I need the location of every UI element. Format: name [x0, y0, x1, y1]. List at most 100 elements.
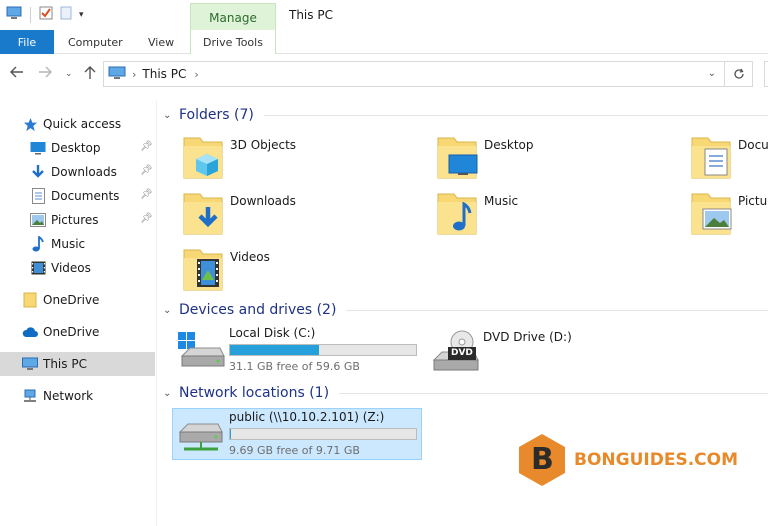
- breadcrumb-chevron-icon[interactable]: ›: [194, 68, 198, 81]
- sidebar-item-music[interactable]: Music: [0, 232, 155, 256]
- group-divider: [346, 309, 768, 311]
- sidebar-item-label: Pictures: [51, 213, 99, 227]
- arrow-right-icon: [39, 66, 52, 78]
- music-icon: [30, 236, 46, 252]
- chevron-down-icon[interactable]: ⌄: [163, 305, 179, 316]
- toolbar-separator: [30, 6, 31, 23]
- pin-icon[interactable]: 📌︎: [140, 165, 153, 176]
- sidebar-item-label: Desktop: [51, 141, 101, 155]
- pin-icon[interactable]: 📌︎: [140, 141, 153, 152]
- chevron-down-icon[interactable]: ⌄: [163, 110, 179, 121]
- folder-music[interactable]: Music: [436, 190, 518, 240]
- folder-pictures[interactable]: Pictur: [690, 190, 768, 240]
- breadcrumb-chevron-icon[interactable]: ›: [132, 68, 136, 81]
- arrow-up-icon: [84, 66, 96, 79]
- folder-label: Videos: [230, 250, 270, 264]
- cube-icon: [196, 154, 218, 176]
- video-icon: [197, 259, 219, 287]
- dvd-badge: DVD: [451, 348, 473, 358]
- folder-videos[interactable]: Videos: [182, 246, 270, 296]
- breadcrumb-this-pc[interactable]: This PC: [142, 67, 186, 81]
- forward-button[interactable]: [38, 66, 52, 81]
- folder-downloads[interactable]: Downloads: [182, 190, 296, 240]
- sidebar-item-downloads[interactable]: Downloads 📌︎: [0, 160, 155, 184]
- sidebar-item-label: Network: [43, 389, 94, 403]
- network-drive-icon: [176, 410, 226, 454]
- sidebar-item-label: This PC: [43, 357, 87, 371]
- network-drive-z[interactable]: public (\\10.10.2.101) (Z:) 9.69 GB free…: [176, 410, 417, 457]
- cloud-icon: [22, 324, 38, 340]
- group-title: Devices and drives (2): [179, 302, 337, 318]
- picture-icon: [702, 208, 732, 230]
- drive-dvd-d[interactable]: DVD DVD Drive (D:): [430, 330, 572, 374]
- ribbon-tabs: File Computer View Drive Tools: [0, 30, 768, 54]
- group-header-devices[interactable]: ⌄ Devices and drives (2): [163, 300, 768, 320]
- recent-locations-button[interactable]: ⌄: [65, 67, 73, 81]
- sidebar-item-label: Documents: [51, 189, 120, 203]
- sidebar-item-label: Music: [51, 237, 86, 251]
- tab-computer[interactable]: Computer: [68, 30, 123, 54]
- refresh-icon: [733, 68, 744, 79]
- sidebar-item-documents[interactable]: Documents 📌︎: [0, 184, 155, 208]
- sidebar-item-videos[interactable]: Videos: [0, 256, 155, 280]
- sidebar-item-label: OneDrive: [43, 293, 100, 307]
- refresh-button[interactable]: [725, 61, 753, 87]
- folder-documents[interactable]: Docum: [690, 134, 768, 184]
- sidebar-item-label: Videos: [51, 261, 91, 275]
- quick-access-toolbar: ▾: [6, 6, 84, 23]
- star-icon: [22, 116, 38, 132]
- download-icon: [30, 164, 46, 180]
- group-header-network[interactable]: ⌄ Network locations (1): [163, 383, 768, 403]
- folder-desktop[interactable]: Desktop: [436, 134, 534, 184]
- desktop-icon: [30, 140, 46, 156]
- chevron-down-icon[interactable]: ⌄: [708, 68, 716, 79]
- new-folder-icon[interactable]: [59, 6, 73, 23]
- video-icon: [30, 260, 46, 276]
- tab-manage[interactable]: Manage: [190, 3, 276, 31]
- folder-icon: [436, 190, 484, 236]
- sidebar-item-network[interactable]: Network: [0, 384, 155, 408]
- folder-3d-objects[interactable]: 3D Objects: [182, 134, 296, 184]
- properties-icon[interactable]: [39, 6, 53, 23]
- navigation-bar: ⌄ › This PC › ⌄: [0, 58, 768, 90]
- window-title: This PC: [289, 8, 333, 22]
- sidebar-item-desktop[interactable]: Desktop 📌︎: [0, 136, 155, 160]
- drive-usage-fill: [230, 345, 320, 355]
- back-button[interactable]: [10, 66, 24, 81]
- network-icon: [22, 388, 38, 404]
- drive-name: Local Disk (C:): [229, 326, 316, 340]
- pin-icon[interactable]: 📌︎: [140, 189, 153, 200]
- up-button[interactable]: [84, 66, 96, 83]
- sidebar-item-this-pc[interactable]: This PC: [0, 352, 155, 376]
- sidebar-item-onedrive-cloud[interactable]: OneDrive: [0, 320, 155, 344]
- drive-free-space: 9.69 GB free of 9.71 GB: [229, 444, 360, 457]
- tab-drive-tools[interactable]: Drive Tools: [190, 30, 276, 54]
- watermark: B BONGUIDES.COM: [516, 432, 738, 488]
- folder-icon: [690, 190, 738, 236]
- group-header-folders[interactable]: ⌄ Folders (7): [163, 105, 768, 125]
- customize-toolbar-icon[interactable]: ▾: [79, 10, 84, 20]
- search-input[interactable]: [764, 61, 768, 87]
- sidebar-item-label: OneDrive: [43, 325, 100, 339]
- desktop-icon: [448, 154, 478, 175]
- computer-icon[interactable]: [6, 6, 22, 23]
- address-bar[interactable]: › This PC › ⌄: [103, 61, 725, 87]
- sidebar-item-quick-access[interactable]: Quick access: [0, 112, 155, 136]
- arrow-left-icon: [10, 66, 23, 78]
- watermark-text: BONGUIDES.COM: [574, 450, 738, 470]
- sidebar-item-pictures[interactable]: Pictures 📌︎: [0, 208, 155, 232]
- pin-icon[interactable]: 📌︎: [140, 213, 153, 224]
- folder-icon: [182, 246, 230, 292]
- navigation-pane: Quick access Desktop 📌︎ Downloads 📌︎ Doc…: [0, 100, 157, 526]
- drive-local-disk-c[interactable]: Local Disk (C:) 31.1 GB free of 59.6 GB: [176, 326, 417, 373]
- tab-view[interactable]: View: [148, 30, 174, 54]
- hard-drive-icon: [176, 326, 226, 370]
- folder-icon: [22, 292, 38, 308]
- folder-label: Downloads: [230, 194, 296, 208]
- watermark-letter: B: [531, 442, 554, 477]
- tab-file[interactable]: File: [0, 30, 54, 54]
- sidebar-item-onedrive-folder[interactable]: OneDrive: [0, 288, 155, 312]
- folder-icon: [182, 190, 230, 236]
- chevron-down-icon[interactable]: ⌄: [163, 388, 179, 399]
- drive-name: DVD Drive (D:): [483, 330, 572, 344]
